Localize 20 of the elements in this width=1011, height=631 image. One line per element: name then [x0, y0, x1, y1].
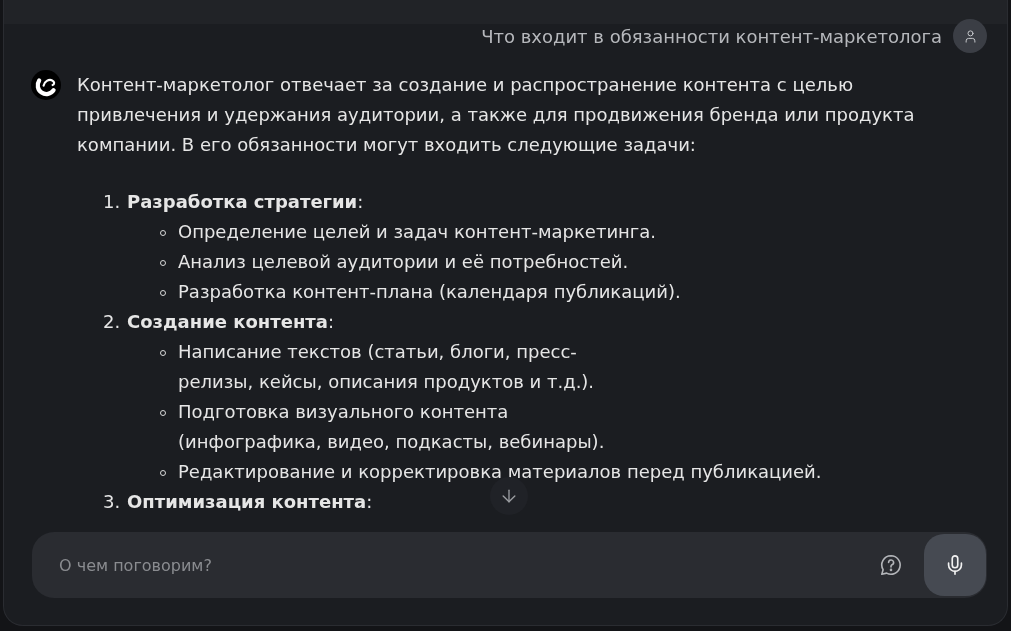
list-text: Определение целей и задач контент-маркетинга.	[178, 220, 657, 244]
microphone-button[interactable]	[924, 534, 986, 596]
logo-icon	[31, 70, 61, 100]
message-input[interactable]: О чем поговорим?	[59, 545, 875, 585]
list-text: Анализ целевой аудитории и её потребностей.	[178, 250, 629, 274]
message-field[interactable]: О чем поговорим?	[32, 532, 987, 598]
user-avatar-icon	[953, 19, 987, 53]
list-number: 1.	[103, 190, 122, 214]
list-heading: Создание контента:	[127, 310, 334, 334]
list-text: Разработка контент-плана (календаря публикаций).	[178, 280, 681, 304]
answer-text: Контент-маркетолог отвечает за создание и распространение контента с целью привлечения и удержания аудитории, а также для продвижения бренда или продукта компании. В его обязанности могут входить следующие задачи:	[77, 73, 916, 157]
list-text: Написание текстов (статьи, блоги, пресс- релизы, кейсы, описания продуктов и т.д.).	[178, 340, 595, 394]
list-number: 3.	[103, 490, 122, 514]
list-heading: Оптимизация контента:	[127, 490, 373, 514]
list-number: 2.	[103, 310, 122, 334]
list-text: Редактирование и корректировка материалов перед публикацией.	[178, 460, 822, 484]
user-message: Что входит в обязанности контент-маркетолога	[481, 24, 942, 49]
list-text: Подготовка визуального контента (инфографика, видео, подкасты, вебинары).	[178, 400, 605, 454]
list-heading: Разработка стратегии:	[127, 190, 364, 214]
help-icon	[879, 553, 903, 577]
